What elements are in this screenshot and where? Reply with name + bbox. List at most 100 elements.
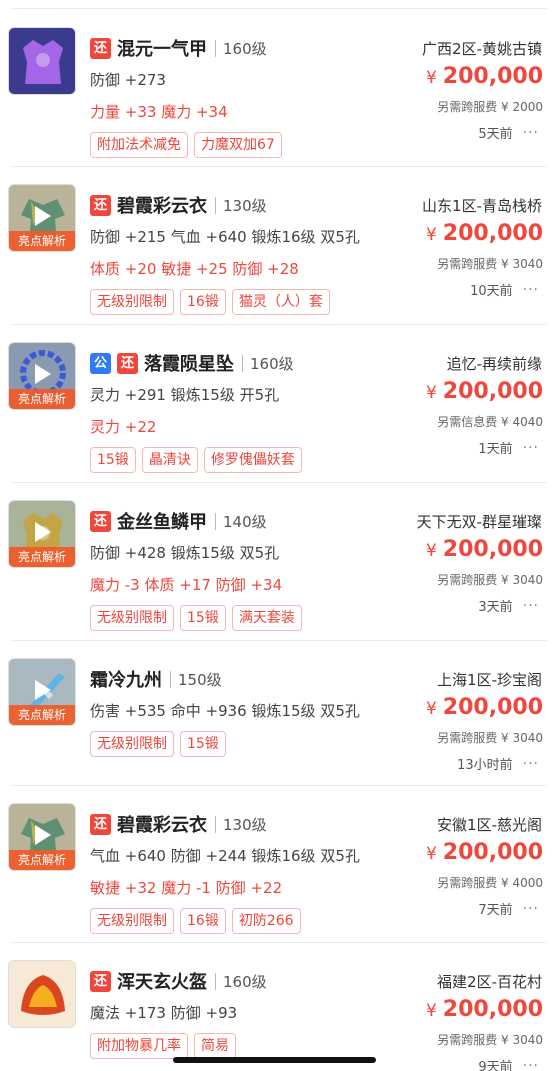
feature-chips: 附加物暴几率 简易: [90, 1033, 236, 1059]
item-level: 160级: [223, 972, 267, 991]
extra-fee: 另需跨服费 ¥ 3040: [437, 573, 543, 587]
feature-chips: 无级别限制 15锻: [90, 731, 226, 757]
feature-chip: 附加物暴几率: [90, 1033, 188, 1059]
extra-fee: 另需跨服费 ¥ 2000: [437, 100, 543, 114]
price-value: 200,000: [442, 221, 543, 246]
server-name: 福建2区-百花村: [437, 973, 542, 991]
item-name[interactable]: 金丝鱼鳞甲: [117, 508, 207, 534]
feature-chip: 附加法术减免: [90, 132, 188, 158]
item-bonus-attributes: 魔力 -3 体质 +17 防御 +34: [90, 576, 283, 594]
item-name[interactable]: 碧霞彩云衣: [117, 192, 207, 218]
item-thumbnail[interactable]: [8, 27, 76, 95]
listing-item[interactable]: 还浑天玄火盔 160级 魔法 +173 防御 +93 附加物暴几率 简易 福建2区-百花村…: [0, 943, 557, 1071]
item-name[interactable]: 落霞陨星坠: [144, 350, 234, 376]
feature-chips: 无级别限制 16锻 猫灵（人）套: [90, 289, 330, 315]
currency-symbol: ¥: [425, 383, 437, 403]
item-price: ¥200,000: [426, 537, 543, 562]
listed-time: 13小时前 ···: [457, 754, 539, 774]
listed-time: 3天前 ···: [478, 596, 539, 616]
more-options-icon[interactable]: ···: [523, 598, 539, 614]
server-name: 山东1区-青岛栈桥: [422, 197, 542, 215]
time-text: 5天前: [478, 127, 513, 142]
item-level: 130级: [223, 815, 267, 834]
more-options-icon[interactable]: ···: [523, 125, 539, 141]
item-attributes: 防御 +273: [90, 71, 166, 89]
feature-chip: 15锻: [180, 731, 226, 757]
return-badge: 还: [90, 194, 111, 216]
listing-item[interactable]: 亮点解析还碧霞彩云衣 130级 气血 +640 防御 +244 锻炼16级 双5孔敏…: [0, 786, 557, 943]
title-separator: [215, 815, 216, 833]
highlight-ribbon: 亮点解析: [9, 705, 75, 725]
price-value: 200,000: [442, 997, 543, 1022]
title-separator: [215, 196, 216, 214]
return-badge: 还: [90, 813, 111, 835]
highlight-ribbon: 亮点解析: [9, 850, 75, 870]
server-name: 广西2区-黄姚古镇: [422, 40, 542, 58]
listed-time: 10天前 ···: [470, 280, 539, 300]
item-thumbnail[interactable]: 亮点解析: [8, 803, 76, 871]
title-separator: [215, 39, 216, 57]
more-options-icon[interactable]: ···: [523, 282, 539, 298]
listed-time: 1天前 ···: [478, 438, 539, 458]
extra-fee: 另需信息费 ¥ 4040: [437, 415, 543, 429]
item-thumbnail[interactable]: [8, 960, 76, 1028]
extra-fee: 另需跨服费 ¥ 3040: [437, 257, 543, 271]
feature-chips: 无级别限制 15锻 满天套装: [90, 605, 302, 631]
item-thumbnail[interactable]: 亮点解析: [8, 658, 76, 726]
item-attributes: 防御 +215 气血 +640 锻炼16级 双5孔: [90, 228, 360, 246]
title-separator: [215, 512, 216, 530]
currency-symbol: ¥: [425, 225, 437, 245]
feature-chip: 无级别限制: [90, 605, 174, 631]
item-bonus-attributes: 灵力 +22: [90, 418, 157, 436]
feature-chip: 无级别限制: [90, 731, 174, 757]
more-options-icon[interactable]: ···: [523, 1058, 539, 1071]
server-name: 上海1区-珍宝阁: [437, 671, 542, 689]
listed-time: 9天前 ···: [478, 1056, 539, 1071]
play-icon[interactable]: [29, 822, 55, 848]
item-name[interactable]: 碧霞彩云衣: [117, 811, 207, 837]
item-thumbnail[interactable]: 亮点解析: [8, 342, 76, 410]
listing-item[interactable]: 还混元一气甲 160级 防御 +273 力量 +33 魔力 +34 附加法术减免 力魔双加…: [0, 10, 557, 167]
item-name[interactable]: 混元一气甲: [117, 35, 207, 61]
more-options-icon[interactable]: ···: [523, 901, 539, 917]
item-bonus-attributes: 体质 +20 敏捷 +25 防御 +28: [90, 260, 299, 278]
item-name[interactable]: 霜冷九州: [90, 666, 162, 692]
item-attributes: 气血 +640 防御 +244 锻炼16级 双5孔: [90, 847, 360, 865]
listing-item[interactable]: 亮点解析公还落霞陨星坠 160级 灵力 +291 锻炼15级 开5孔 灵力 +22 15…: [0, 325, 557, 483]
title-separator: [170, 670, 171, 688]
feature-chips: 15锻 晶清诀 修罗傀儡妖套: [90, 447, 302, 473]
feature-chip: 15锻: [90, 447, 136, 473]
listing-item[interactable]: 亮点解析还金丝鱼鳞甲 140级 防御 +428 锻炼15级 双5孔 魔力 -3 体质 …: [0, 483, 557, 641]
item-name[interactable]: 浑天玄火盔: [117, 968, 207, 994]
return-badge: 还: [90, 970, 111, 992]
currency-symbol: ¥: [425, 844, 437, 864]
more-options-icon[interactable]: ···: [523, 756, 539, 772]
feature-chip: 15锻: [180, 605, 226, 631]
play-icon[interactable]: [29, 361, 55, 387]
listing-item[interactable]: 亮点解析还碧霞彩云衣 130级防御 +215 气血 +640 锻炼16级 双5孔体…: [0, 167, 557, 325]
feature-chip: 力魔双加67: [194, 132, 282, 158]
item-thumbnail[interactable]: 亮点解析: [8, 184, 76, 252]
listing-item[interactable]: 亮点解析 霜冷九州 150级 伤害 +535 命中 +936 锻炼15级 双5孔 无级别…: [0, 641, 557, 786]
play-icon[interactable]: [29, 203, 55, 229]
play-icon[interactable]: [29, 519, 55, 545]
play-icon[interactable]: [29, 677, 55, 703]
time-text: 7天前: [478, 903, 513, 918]
title-row: 还碧霞彩云衣 130级: [90, 193, 267, 217]
more-options-icon[interactable]: ···: [523, 440, 539, 456]
title-row: 还浑天玄火盔 160级: [90, 969, 267, 993]
currency-symbol: ¥: [425, 68, 437, 88]
title-row: 还碧霞彩云衣 130级: [90, 812, 267, 836]
item-thumbnail[interactable]: 亮点解析: [8, 500, 76, 568]
item-level: 160级: [223, 39, 267, 58]
price-value: 200,000: [442, 379, 543, 404]
listed-time: 5天前 ···: [478, 123, 539, 143]
extra-fee: 另需跨服费 ¥ 4000: [437, 876, 543, 890]
feature-chip: 晶清诀: [141, 447, 198, 473]
highlight-ribbon: 亮点解析: [9, 389, 75, 409]
feature-chip: 无级别限制: [90, 908, 174, 934]
price-value: 200,000: [442, 537, 543, 562]
return-badge: 还: [117, 352, 138, 374]
home-indicator: [173, 1057, 376, 1063]
item-price: ¥200,000: [426, 221, 543, 246]
